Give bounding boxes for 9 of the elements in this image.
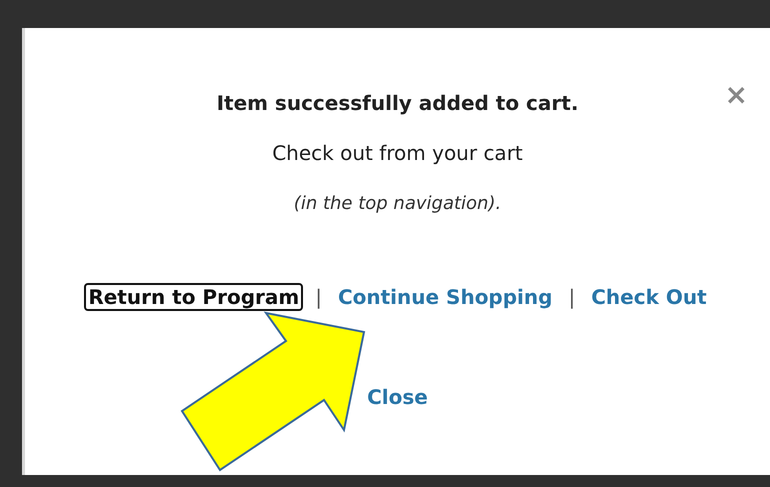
dialog-message: Check out from your cart xyxy=(272,140,523,167)
action-link[interactable]: Check Out xyxy=(587,283,711,311)
action-link[interactable]: Continue Shopping xyxy=(334,283,556,311)
action-link[interactable]: Return to Program xyxy=(84,283,304,311)
link-separator: | xyxy=(568,285,576,309)
dialog-note: (in the top navigation). xyxy=(294,192,502,216)
close-link[interactable]: Close xyxy=(363,383,432,411)
dialog-title: Item successfully added to cart. xyxy=(216,90,578,117)
link-separator: | xyxy=(315,285,322,309)
